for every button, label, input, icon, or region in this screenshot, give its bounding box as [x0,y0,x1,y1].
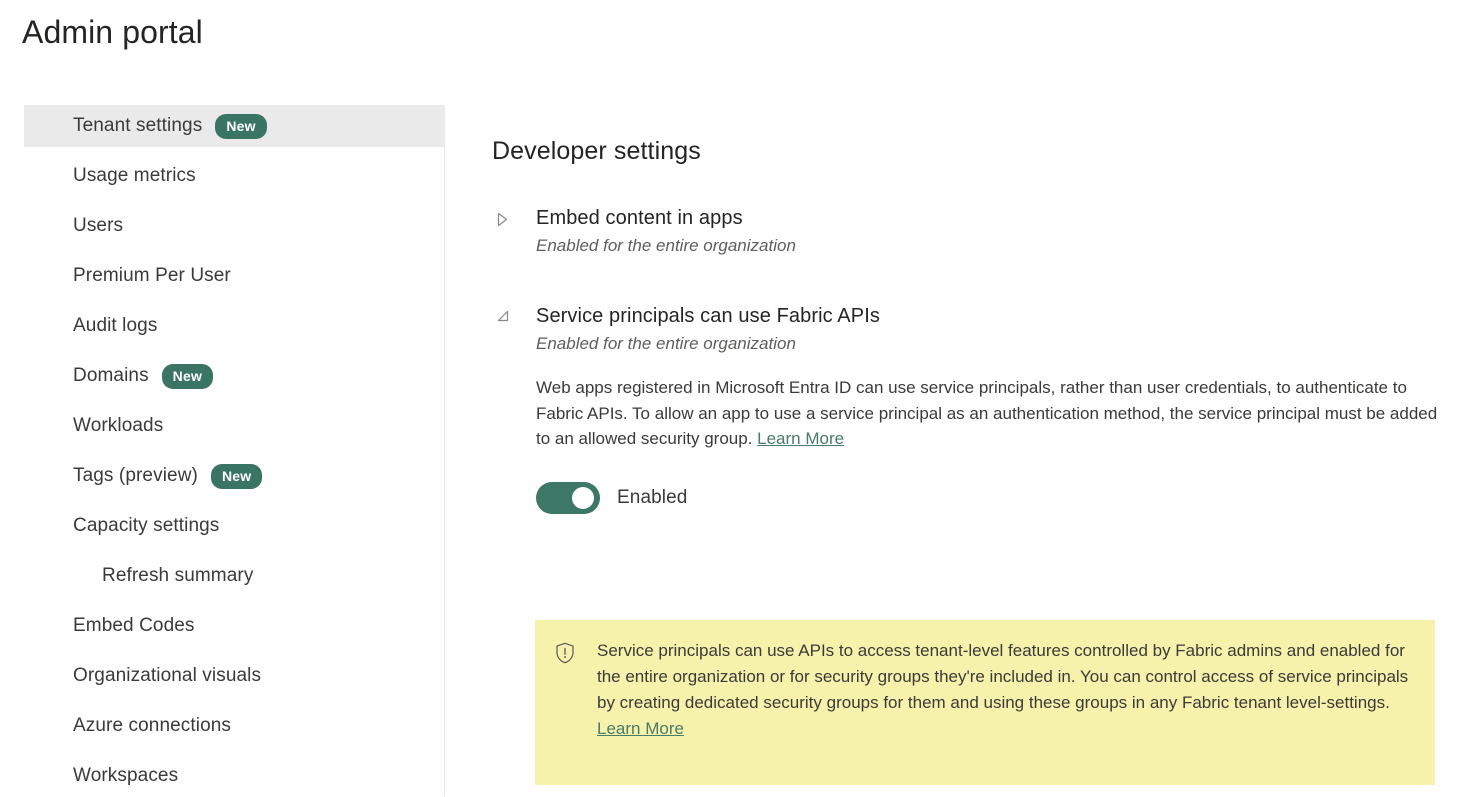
sidebar-item-label: Usage metrics [73,165,196,187]
banner-text: Service principals can use APIs to acces… [597,638,1415,742]
sidebar-item-usage-metrics[interactable]: Usage metrics [24,155,445,197]
sidebar-item-label: Capacity settings [73,515,219,537]
sidebar-item-workspaces[interactable]: Workspaces [24,755,445,797]
main-content: Developer settings Embed content in apps… [445,105,1458,796]
sidebar-item-label: Users [73,215,123,237]
sidebar-item-tenant-settings[interactable]: Tenant settings New [24,105,445,147]
sidebar-item-label: Azure connections [73,715,231,737]
setting-toggle-row: Enabled [536,482,1458,514]
sidebar-item-premium-per-user[interactable]: Premium Per User [24,255,445,297]
sidebar-item-label: Organizational visuals [73,665,261,687]
new-badge: New [162,364,213,389]
setting-description: Web apps registered in Microsoft Entra I… [536,375,1448,452]
enabled-toggle[interactable] [536,482,600,514]
banner-learn-more-link[interactable]: Learn More [597,719,684,738]
setting-header[interactable]: Service principals can use Fabric APIs E… [492,303,1458,356]
setting-body: Web apps registered in Microsoft Entra I… [536,375,1458,514]
sidebar-item-embed-codes[interactable]: Embed Codes [24,605,445,647]
banner-body-text: Service principals can use APIs to acces… [597,641,1408,712]
section-title: Developer settings [492,137,701,166]
sidebar-item-label: Domains [73,365,149,387]
sidebar-item-users[interactable]: Users [24,205,445,247]
new-badge: New [211,464,262,489]
setting-description-text: Web apps registered in Microsoft Entra I… [536,378,1437,448]
sidebar-item-label: Refresh summary [102,565,253,587]
setting-state: Enabled for the entire organization [536,332,880,356]
sidebar-item-label: Tags (preview) [73,465,198,487]
sidebar-item-capacity-settings[interactable]: Capacity settings [24,505,445,547]
sidebar-item-label: Embed Codes [73,615,195,637]
setting-embed-content-in-apps: Embed content in apps Enabled for the en… [492,205,1458,258]
chevron-right-icon[interactable] [496,212,516,227]
sidebar-item-azure-connections[interactable]: Azure connections [24,705,445,747]
setting-name: Embed content in apps [536,205,796,231]
sidebar-item-tags-preview[interactable]: Tags (preview) New [24,455,445,497]
chevron-down-icon[interactable] [496,310,516,323]
sidebar-item-workloads[interactable]: Workloads [24,405,445,447]
shield-warning-icon [555,642,577,664]
new-badge: New [215,114,266,139]
setting-state: Enabled for the entire organization [536,234,796,258]
sidebar-item-domains[interactable]: Domains New [24,355,445,397]
sidebar-item-organizational-visuals[interactable]: Organizational visuals [24,655,445,697]
learn-more-link[interactable]: Learn More [757,429,844,448]
sidebar-item-label: Workspaces [73,765,178,787]
sidebar-item-label: Premium Per User [73,265,231,287]
setting-header[interactable]: Embed content in apps Enabled for the en… [492,205,1458,258]
sidebar-nav: Tenant settings New Usage metrics Users Prem… [0,105,445,796]
sidebar-item-label: Workloads [73,415,163,437]
setting-service-principals-can-use-fabric-apis: Service principals can use Fabric APIs E… [492,303,1458,514]
sidebar-item-refresh-summary[interactable]: Refresh summary [24,555,445,597]
sidebar-item-label: Audit logs [73,315,157,337]
toggle-knob [572,487,594,509]
sidebar-item-label: Tenant settings [73,115,202,137]
info-banner: Service principals can use APIs to acces… [535,620,1435,785]
page-title: Admin portal [22,14,203,51]
sidebar-item-audit-logs[interactable]: Audit logs [24,305,445,347]
toggle-label: Enabled [617,487,687,509]
setting-name: Service principals can use Fabric APIs [536,303,880,329]
